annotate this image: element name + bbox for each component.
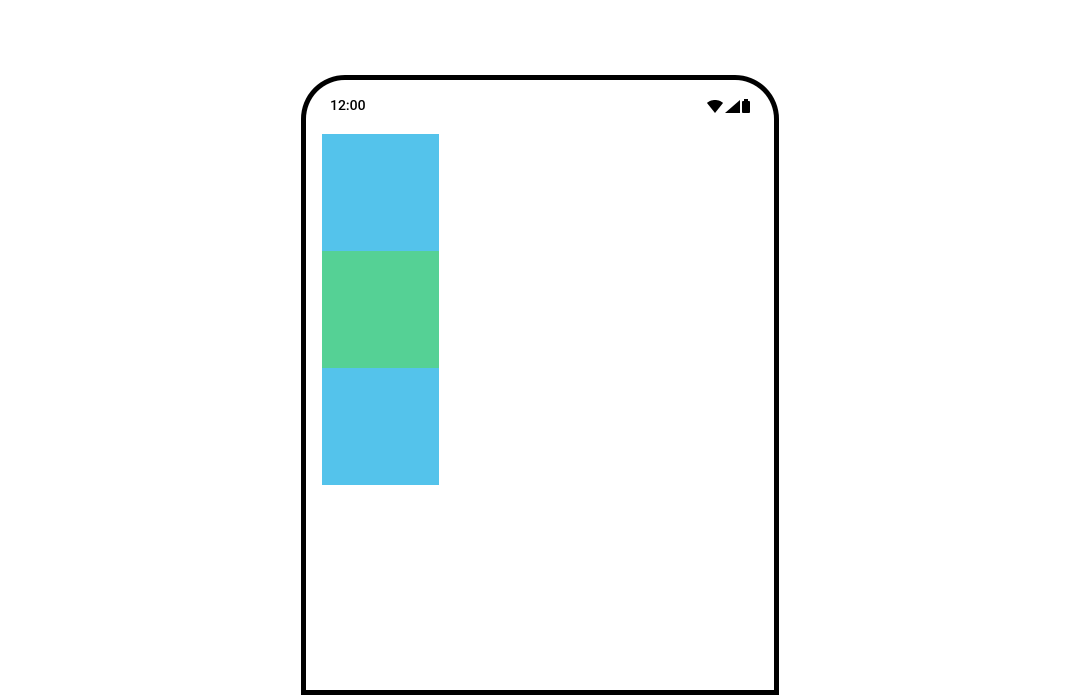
signal-icon xyxy=(725,100,740,113)
color-block-3 xyxy=(322,368,439,485)
wifi-icon xyxy=(707,100,723,113)
battery-icon xyxy=(742,99,750,113)
status-clock: 12:00 xyxy=(330,98,366,114)
phone-frame: 12:00 xyxy=(301,75,779,695)
status-icons xyxy=(707,99,750,113)
color-block-2 xyxy=(322,251,439,368)
status-bar: 12:00 xyxy=(306,80,774,118)
content-area xyxy=(306,118,774,485)
color-block-1 xyxy=(322,134,439,251)
